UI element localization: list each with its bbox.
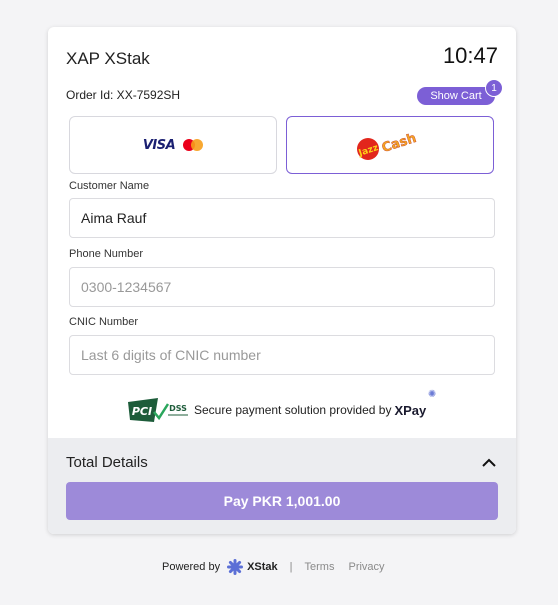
jazzcash-payment-option[interactable]: Jazz Cash bbox=[286, 116, 494, 174]
pci-dss-icon: PCI DSS bbox=[128, 398, 188, 422]
order-id: Order Id: XX-7592SH bbox=[66, 88, 181, 102]
total-details-title: Total Details bbox=[66, 454, 148, 471]
countdown-timer: 10:47 bbox=[442, 43, 498, 68]
svg-text:PCI: PCI bbox=[132, 405, 152, 418]
checkout-card: XAP XStak 10:47 Order Id: XX-7592SH Show… bbox=[48, 27, 516, 534]
footer-separator: | bbox=[289, 561, 293, 573]
privacy-link[interactable]: Privacy bbox=[348, 561, 384, 573]
phone-number-input[interactable] bbox=[69, 267, 495, 307]
svg-text:DSS: DSS bbox=[169, 404, 187, 413]
xpay-logo: XPay ✺ bbox=[394, 388, 437, 418]
pay-button[interactable]: Pay PKR 1,001.00 bbox=[66, 482, 498, 520]
mastercard-icon bbox=[183, 139, 204, 151]
pci-dss-badge: PCI DSS bbox=[128, 398, 190, 422]
merchant-name: XAP XStak bbox=[66, 49, 150, 68]
show-cart-button[interactable]: Show Cart bbox=[417, 87, 495, 105]
total-details-section: Total Details Pay PKR 1,001.00 bbox=[48, 438, 516, 534]
xstak-star-icon bbox=[227, 559, 244, 575]
cnic-number-input[interactable] bbox=[69, 335, 495, 375]
footer: Powered by XStak | Terms Privacy bbox=[162, 558, 399, 576]
svg-text:Cash: Cash bbox=[380, 131, 418, 156]
card-payment-option[interactable]: VISA bbox=[69, 116, 277, 174]
cnic-number-label: CNIC Number bbox=[69, 316, 139, 328]
secure-payment-notice: PCI DSS Secure payment solution provided… bbox=[128, 388, 438, 422]
show-cart-label: Show Cart bbox=[430, 90, 482, 102]
powered-by-text: Powered by bbox=[162, 561, 221, 573]
chevron-up-icon[interactable] bbox=[480, 454, 498, 472]
cart-count-badge: 1 bbox=[485, 79, 503, 97]
customer-name-label: Customer Name bbox=[69, 180, 150, 192]
secure-payment-text: Secure payment solution provided by bbox=[194, 403, 392, 417]
terms-link[interactable]: Terms bbox=[305, 561, 335, 573]
phone-number-label: Phone Number bbox=[69, 248, 143, 260]
visa-logo: VISA bbox=[142, 137, 176, 153]
xstak-logo: XStak bbox=[226, 558, 278, 576]
jazzcash-logo: Jazz Cash bbox=[357, 131, 418, 160]
customer-name-input[interactable] bbox=[69, 198, 495, 238]
xpay-star-icon: ✺ bbox=[427, 388, 437, 400]
